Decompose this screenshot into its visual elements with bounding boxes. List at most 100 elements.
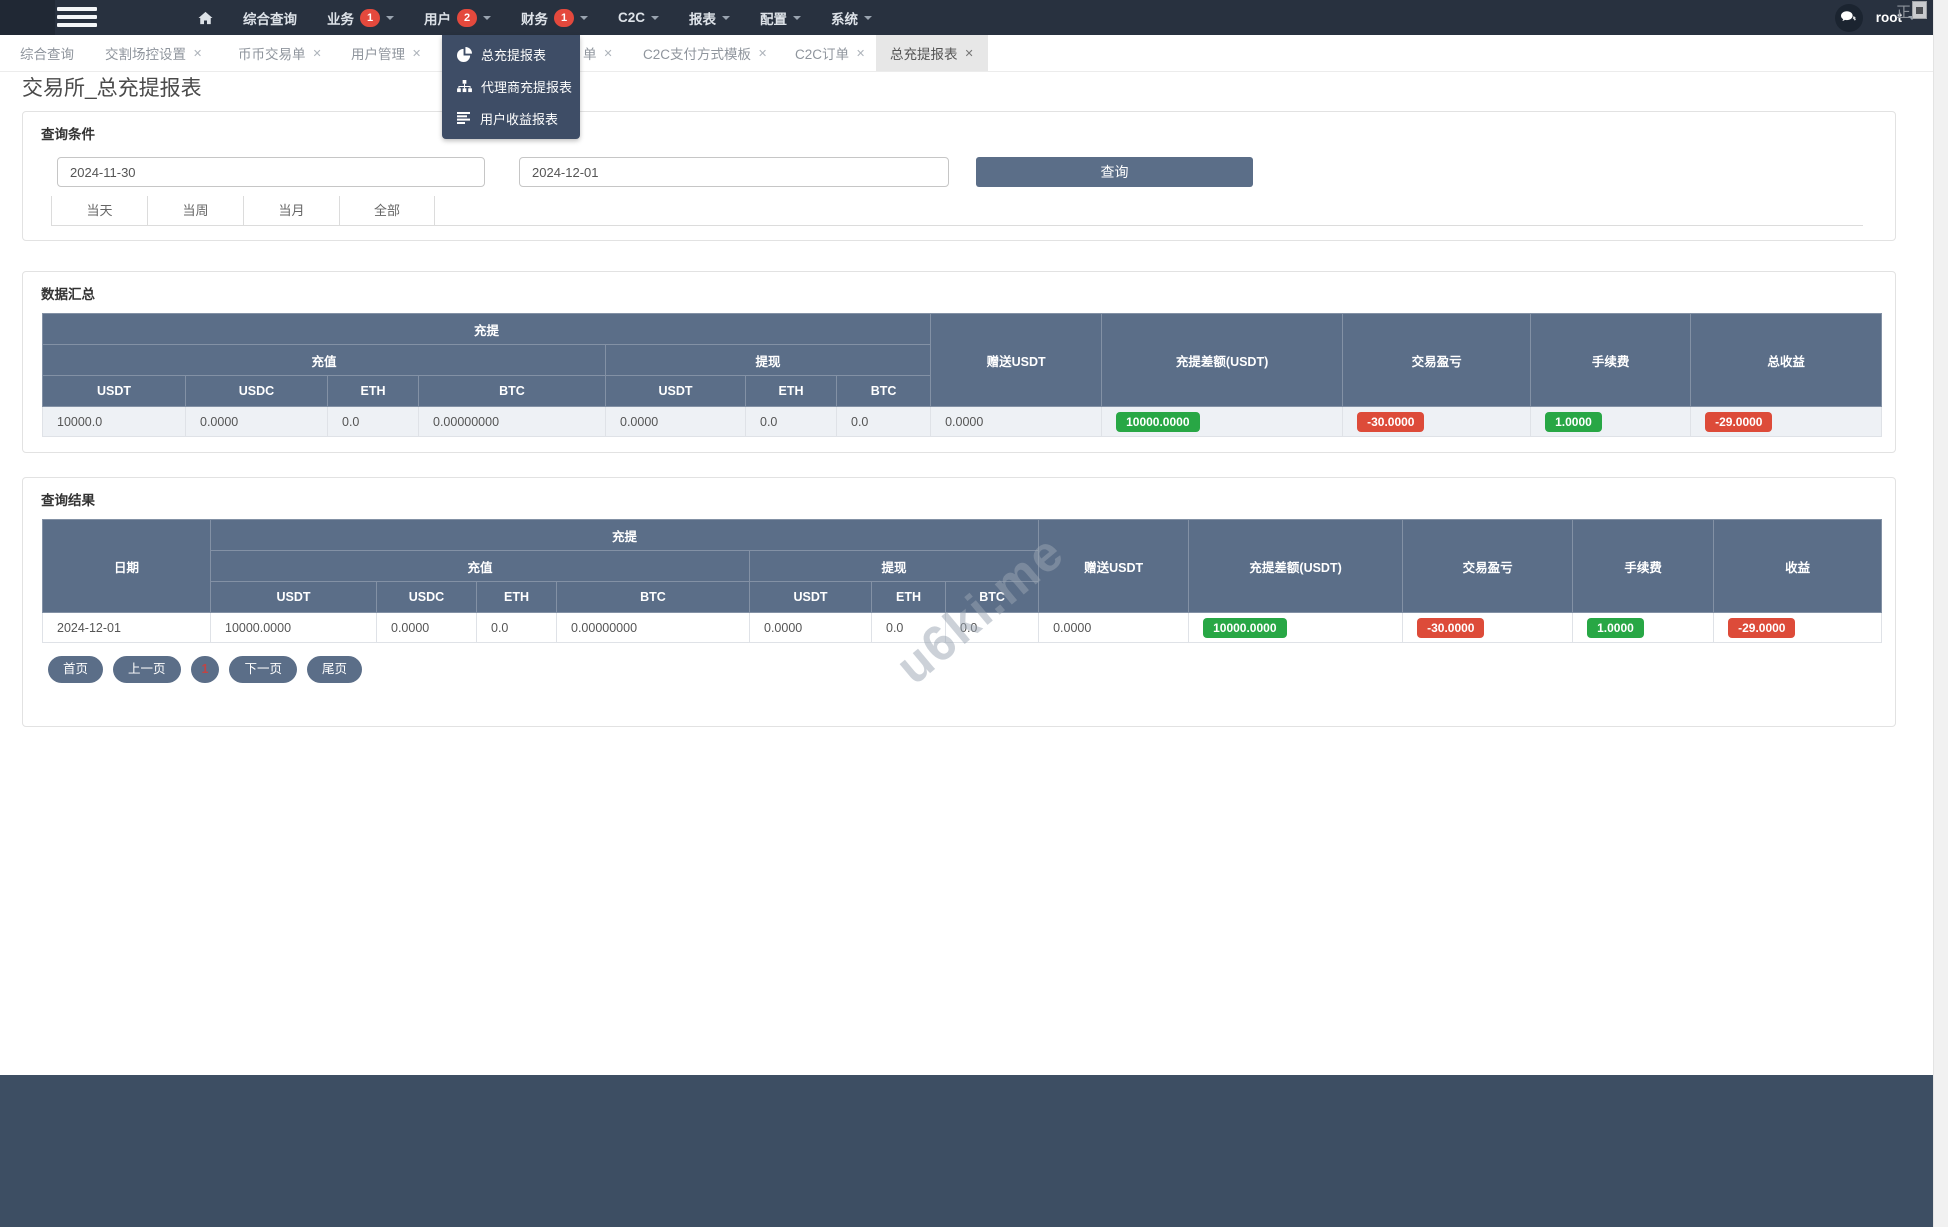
close-icon[interactable]: ✕: [193, 47, 202, 60]
chevron-down-icon: [722, 15, 731, 24]
nav-item-config[interactable]: 配置: [760, 8, 802, 28]
column-header: 赠送USDT: [1038, 519, 1190, 613]
column-header: 充提: [41, 313, 932, 345]
nav-item-system[interactable]: 系统: [831, 8, 873, 28]
navbar-brand-block: [0, 0, 55, 35]
data-summary-panel: 数据汇总 充提 赠送USDT 充提差额(USDT) 交易盈亏 手续费 总收益 充…: [22, 271, 1896, 453]
filter-this-month[interactable]: 当月: [243, 196, 339, 225]
column-header: USDT: [605, 375, 746, 407]
last-page-button[interactable]: 尾页: [307, 656, 363, 683]
summary-table: 充提 赠送USDT 充提差额(USDT) 交易盈亏 手续费 总收益 充值 提现 …: [41, 313, 1883, 437]
column-header: USDT: [42, 375, 186, 407]
menu-item-total-report[interactable]: 总充提报表: [442, 38, 580, 70]
tab-c2c-payment-template[interactable]: C2C支付方式模板 ✕: [633, 35, 777, 71]
close-icon[interactable]: ✕: [604, 47, 613, 60]
column-header: ETH: [745, 375, 837, 407]
cell-badge: 10000.0000: [1188, 612, 1404, 643]
column-header: 总收益: [1690, 313, 1883, 407]
nav-item-reports[interactable]: 报表: [689, 8, 731, 28]
status-badge: -29.0000: [1705, 411, 1773, 432]
first-page-button[interactable]: 首页: [48, 656, 104, 683]
tab-partially-hidden[interactable]: 单 ✕: [573, 35, 623, 71]
nav-item-users[interactable]: 用户 2: [424, 8, 491, 28]
messages-button[interactable]: [1834, 3, 1863, 32]
query-conditions-panel: 查询条件 查询 当天 当周 当月 全部: [22, 111, 1896, 241]
ime-mode-char: 正: [1896, 4, 1912, 21]
column-header: 日期: [42, 519, 211, 613]
cell-badge: -29.0000: [1690, 406, 1883, 437]
cell-value: 0.0: [745, 406, 837, 437]
column-header: 赠送USDT: [930, 313, 1103, 407]
tab-spot-orders[interactable]: 币币交易单 ✕: [228, 35, 332, 71]
close-icon[interactable]: ✕: [412, 47, 421, 60]
nav-item-overview[interactable]: 综合查询: [243, 8, 297, 28]
end-date-input[interactable]: [519, 157, 949, 187]
cell-value: 0.0: [835, 406, 932, 437]
cell-value: 0.0000: [1038, 612, 1190, 643]
cell-value: 0.0000: [185, 406, 328, 437]
pagination: 首页 上一页 1 下一页 尾页: [48, 656, 363, 683]
status-badge: -30.0000: [1417, 617, 1485, 638]
prev-page-button[interactable]: 上一页: [113, 656, 181, 683]
navbar-menu: 综合查询 业务 1 用户 2 财务 1 C2C 报表 配置 系统: [198, 0, 873, 35]
home-icon[interactable]: [198, 11, 213, 25]
page-title: 交易所_总充提报表: [22, 77, 202, 100]
sidebar-toggle-button[interactable]: [57, 7, 97, 28]
hamburger-icon: [57, 7, 97, 11]
cell-value: 0.0000: [376, 612, 477, 643]
quick-date-filters: 当天 当周 当月 全部: [51, 196, 1863, 226]
status-badge: 1.0000: [1545, 411, 1602, 432]
tab-user-management[interactable]: 用户管理 ✕: [341, 35, 431, 71]
start-date-input[interactable]: [57, 157, 485, 187]
pie-chart-icon: [457, 46, 472, 62]
column-header: 手续费: [1530, 313, 1692, 407]
cell-value: 0.0000: [930, 406, 1103, 437]
search-button[interactable]: 查询: [976, 157, 1253, 187]
cell-badge: 1.0000: [1530, 406, 1692, 437]
cell-value: 0.00000000: [418, 406, 606, 437]
ime-icon: [1912, 1, 1928, 19]
next-page-button[interactable]: 下一页: [229, 656, 297, 683]
column-header: BTC: [418, 375, 606, 407]
filter-this-week[interactable]: 当周: [147, 196, 243, 225]
column-header: 交易盈亏: [1402, 519, 1574, 613]
cell-value: 0.0: [476, 612, 557, 643]
tab-delivery-control[interactable]: 交割场控设置 ✕: [95, 35, 212, 71]
tab-overview[interactable]: 综合查询: [10, 35, 84, 71]
nav-item-business[interactable]: 业务 1: [327, 8, 394, 28]
close-icon[interactable]: ✕: [758, 47, 767, 60]
column-header: USDC: [185, 375, 328, 407]
open-tabs-bar: 综合查询 交割场控设置 ✕ 币币交易单 ✕ 用户管理 ✕ 单 ✕ C2C支付方式…: [0, 35, 1948, 72]
close-icon[interactable]: ✕: [313, 47, 322, 60]
column-header: 充提差额(USDT): [1101, 313, 1344, 407]
close-icon[interactable]: ✕: [856, 47, 865, 60]
current-page-button[interactable]: 1: [190, 656, 220, 683]
column-header: 充提: [209, 519, 1040, 551]
cell-badge: -30.0000: [1342, 406, 1532, 437]
cell-date: 2024-12-01: [42, 612, 211, 643]
page-footer: [0, 1075, 1948, 1227]
chevron-down-icon: [793, 15, 802, 24]
close-icon[interactable]: ✕: [965, 47, 974, 60]
scrollbar-track[interactable]: [1933, 0, 1948, 1227]
cell-value: 0.00000000: [556, 612, 750, 643]
ime-indicator: 正: [1896, 1, 1928, 22]
nav-item-c2c[interactable]: C2C: [618, 10, 660, 25]
cell-badge: -29.0000: [1713, 612, 1883, 643]
summary-panel-heading: 数据汇总: [41, 287, 95, 302]
tab-c2c-orders[interactable]: C2C订单 ✕: [785, 35, 875, 71]
tab-total-report-active[interactable]: 总充提报表 ✕: [876, 35, 988, 71]
nav-item-finance[interactable]: 财务 1: [521, 8, 588, 28]
cell-badge: 10000.0000: [1101, 406, 1344, 437]
sitemap-icon: [457, 79, 472, 92]
column-header: ETH: [327, 375, 419, 407]
top-navbar: 综合查询 业务 1 用户 2 财务 1 C2C 报表 配置 系统 root: [0, 0, 1948, 35]
chevron-down-icon: [580, 15, 588, 24]
filter-today[interactable]: 当天: [51, 196, 147, 225]
cell-badge: 1.0000: [1572, 612, 1715, 643]
results-table: 日期 充提 赠送USDT 充提差额(USDT) 交易盈亏 手续费 收益 充值 提…: [42, 519, 1883, 643]
filter-all[interactable]: 全部: [339, 196, 435, 225]
menu-item-user-profit-report[interactable]: 用户收益报表: [442, 102, 580, 134]
menu-item-agent-report[interactable]: 代理商充提报表: [442, 70, 580, 102]
reports-dropdown-menu: 总充提报表 代理商充提报表 用户收益报表: [442, 35, 580, 139]
